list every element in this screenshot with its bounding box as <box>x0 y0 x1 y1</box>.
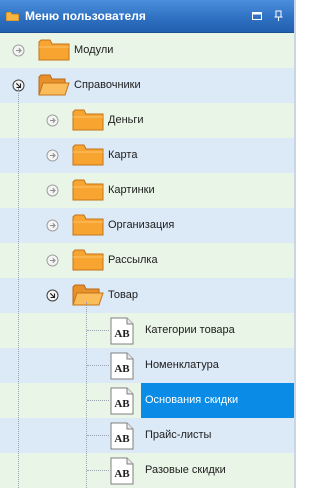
tree-item-label: Картинки <box>108 184 155 196</box>
report-ab-icon: AB <box>110 387 134 415</box>
folder-icon <box>72 179 104 201</box>
tree-item-organization[interactable]: Организация <box>0 208 296 243</box>
tree-connector <box>87 330 109 331</box>
svg-text:AB: AB <box>114 363 130 375</box>
svg-text:AB: AB <box>114 398 130 410</box>
tree-item-label: Модули <box>74 44 114 56</box>
tree-item-reference-books[interactable]: Справочники <box>0 68 296 103</box>
report-ab-icon: AB <box>110 422 134 450</box>
tree-item-modules[interactable]: Модули <box>0 33 296 68</box>
tree-item-label: Основания скидки <box>145 394 239 406</box>
tree-item-price-lists[interactable]: AB Прайс-листы <box>0 418 296 453</box>
expand-arrow-icon[interactable] <box>46 254 59 267</box>
tree-item-label: Номенклатура <box>145 359 219 371</box>
folder-icon <box>72 144 104 166</box>
report-ab-icon: AB <box>110 317 134 345</box>
tree-connector <box>87 435 109 436</box>
tree-item-label: Рассылка <box>108 254 158 266</box>
tree-item-goods[interactable]: Товар <box>0 278 296 313</box>
tree-item-mailing[interactable]: Рассылка <box>0 243 296 278</box>
user-menu-tree: Модули Справочники Деньги Карта Картинки… <box>0 33 296 488</box>
tree-connector <box>87 470 109 471</box>
tree-item-map[interactable]: Карта <box>0 138 296 173</box>
expand-arrow-icon[interactable] <box>46 114 59 127</box>
panel-header: Меню пользователя <box>0 0 296 33</box>
folder-icon <box>72 284 104 306</box>
tree-item-pictures[interactable]: Картинки <box>0 173 296 208</box>
tree-item-nomenclature[interactable]: AB Номенклатура <box>0 348 296 383</box>
tree-item-one-time-discounts[interactable]: AB Разовые скидки <box>0 453 296 488</box>
user-menu-panel: Меню пользователя Модули Справочники Ден… <box>0 0 296 488</box>
expand-arrow-icon[interactable] <box>46 149 59 162</box>
tree-item-money[interactable]: Деньги <box>0 103 296 138</box>
tree-item-label: Товар <box>108 289 138 301</box>
tree-connector <box>18 88 19 488</box>
tree-item-label: Разовые скидки <box>145 464 226 476</box>
scrollbar-edge <box>294 0 296 488</box>
svg-text:AB: AB <box>114 468 130 480</box>
report-ab-icon: AB <box>110 352 134 380</box>
tree-item-discount-reasons[interactable]: AB Основания скидки <box>0 383 296 418</box>
collapse-arrow-icon[interactable] <box>46 289 59 302</box>
pin-icon[interactable] <box>272 9 286 23</box>
tree-item-label: Деньги <box>108 114 144 126</box>
tree-connector <box>87 400 109 401</box>
tree-item-label: Прайс-листы <box>145 429 212 441</box>
svg-text:AB: AB <box>114 433 130 445</box>
expand-arrow-icon[interactable] <box>46 219 59 232</box>
expand-arrow-icon[interactable] <box>12 44 25 57</box>
expand-arrow-icon[interactable] <box>46 184 59 197</box>
tree-item-goods-categories[interactable]: AB Категории товара <box>0 313 296 348</box>
report-ab-icon: AB <box>110 457 134 485</box>
folder-icon <box>72 109 104 131</box>
panel-title: Меню пользователя <box>25 9 146 23</box>
tree-item-label: Категории товара <box>145 324 235 336</box>
svg-text:AB: AB <box>114 328 130 340</box>
tree-item-label: Организация <box>108 219 175 231</box>
folder-icon <box>38 39 70 61</box>
tree-item-label: Карта <box>108 149 138 161</box>
tree-item-label: Справочники <box>74 79 141 91</box>
tree-connector <box>87 365 109 366</box>
folder-icon <box>72 214 104 236</box>
folder-icon <box>6 12 19 21</box>
folder-icon <box>72 249 104 271</box>
maximize-icon[interactable] <box>250 9 264 23</box>
folder-icon <box>38 74 70 96</box>
